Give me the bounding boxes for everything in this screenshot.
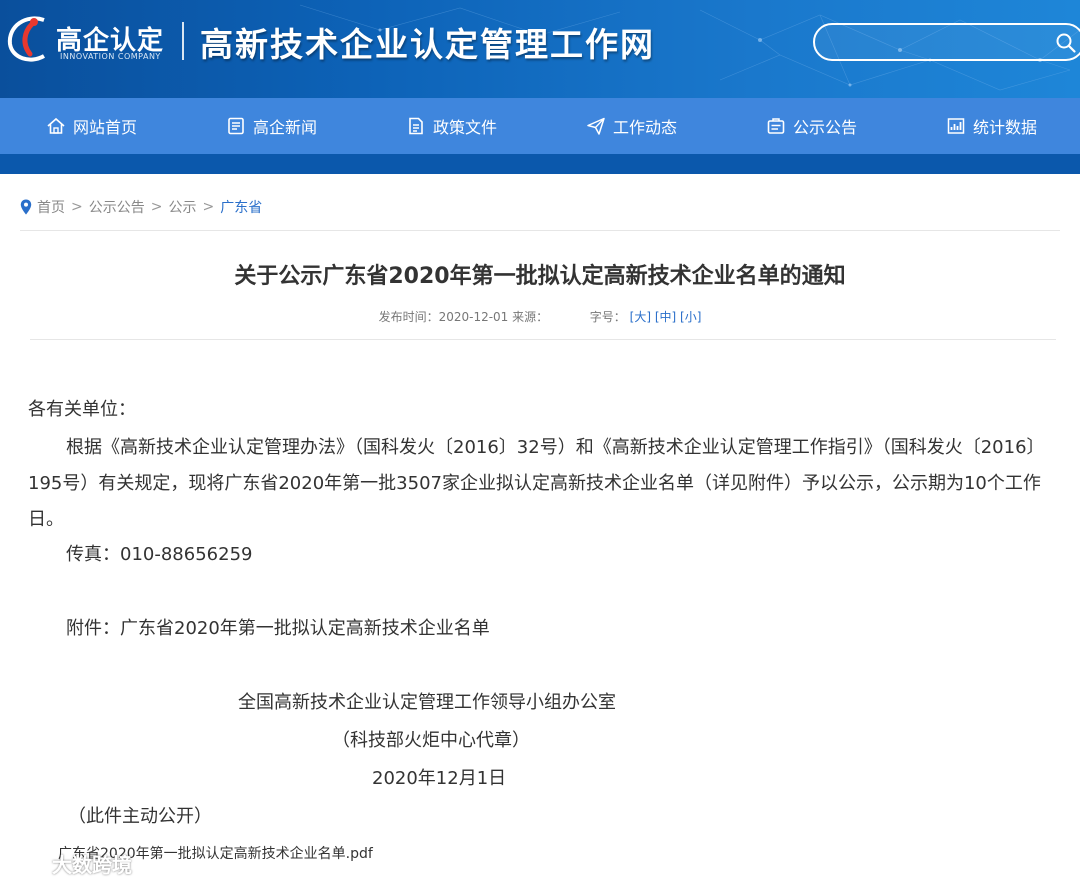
search-input[interactable] — [827, 31, 1047, 53]
header-banner: 高企认定 INNOVATION COMPANY 高新技术企业认定管理工作网 — [0, 0, 1080, 98]
breadcrumb-current[interactable]: 广东省 — [220, 197, 262, 217]
search-icon[interactable] — [1055, 32, 1077, 54]
font-size-small-button[interactable]: [小] — [680, 310, 701, 324]
chart-icon — [947, 118, 965, 134]
article-paragraph: 根据《高新技术企业认定管理办法》（国科发火〔2016〕32号）和《高新技术企业认… — [28, 437, 1045, 530]
signature-org: 全国高新技术企业认定管理工作领导小组办公室 — [238, 692, 616, 713]
article-meta: 发布时间：2020-12-01 来源： 字号： [大] [中] [小] — [0, 308, 1080, 325]
watermark-text: 大数跨境 — [52, 853, 132, 877]
breadcrumb-announcements-link[interactable]: 公示公告 — [89, 197, 145, 217]
nav-item-label: 公示公告 — [793, 118, 858, 137]
breadcrumb-separator: > — [71, 199, 83, 215]
search-box[interactable] — [813, 23, 1080, 61]
public-note: （此件主动公开） — [68, 806, 212, 827]
nav-item-label: 工作动态 — [613, 118, 678, 137]
font-size-large-button[interactable]: [大] — [630, 310, 651, 324]
logo-subtext: INNOVATION COMPANY — [60, 52, 161, 61]
signature-note: （科技部火炬中心代章） — [332, 730, 530, 751]
breadcrumb: 首页 > 公示公告 > 公示 > 广东省 — [20, 197, 262, 217]
font-size-label: 字号： — [589, 310, 626, 324]
nav-item-label: 统计数据 — [973, 118, 1038, 137]
logo-icon — [7, 16, 45, 62]
divider — [30, 339, 1056, 340]
breadcrumb-home-link[interactable]: 首页 — [37, 197, 65, 217]
document-icon — [409, 117, 423, 135]
article-title: 关于公示广东省2020年第一批拟认定高新技术企业名单的通知 — [234, 264, 846, 289]
news-icon — [228, 117, 244, 135]
nav-item-label: 网站首页 — [73, 118, 138, 137]
home-icon — [47, 117, 65, 134]
nav-item-statistics[interactable]: 统计数据 — [946, 98, 1037, 154]
logo-divider — [182, 22, 184, 60]
nav-item-news[interactable]: 高企新闻 — [226, 98, 317, 154]
nav-item-label: 政策文件 — [433, 118, 498, 137]
location-pin-icon — [20, 199, 32, 215]
nav-item-policy[interactable]: 政策文件 — [406, 98, 497, 154]
nav-item-work-news[interactable]: 工作动态 — [586, 98, 677, 154]
publish-info: 发布时间：2020-12-01 来源： — [378, 310, 549, 324]
breadcrumb-notice-link[interactable]: 公示 — [168, 197, 196, 217]
signature-date: 2020年12月1日 — [372, 768, 507, 789]
nav-bottom-strip — [0, 154, 1080, 174]
nav-item-label: 高企新闻 — [253, 118, 318, 137]
breadcrumb-separator: > — [150, 199, 163, 215]
salutation: 各有关单位： — [28, 399, 136, 420]
nav-item-home[interactable]: 网站首页 — [46, 98, 137, 154]
divider — [20, 230, 1060, 231]
main-nav: 网站首页 高企新闻 政策文件 工作动态 公示公告 统计数据 — [0, 98, 1080, 154]
announcement-icon — [767, 118, 785, 134]
nav-item-announcements[interactable]: 公示公告 — [766, 98, 857, 154]
attachment-line: 附件：广东省2020年第一批拟认定高新技术企业名单 — [66, 618, 490, 639]
breadcrumb-separator: > — [202, 199, 215, 215]
watermark-logo-icon — [10, 852, 46, 871]
site-title: 高新技术企业认定管理工作网 — [200, 25, 655, 64]
fax-line: 传真：010-88656259 — [66, 544, 253, 565]
paper-plane-icon — [587, 117, 605, 135]
font-size-medium-button[interactable]: [中] — [655, 310, 676, 324]
